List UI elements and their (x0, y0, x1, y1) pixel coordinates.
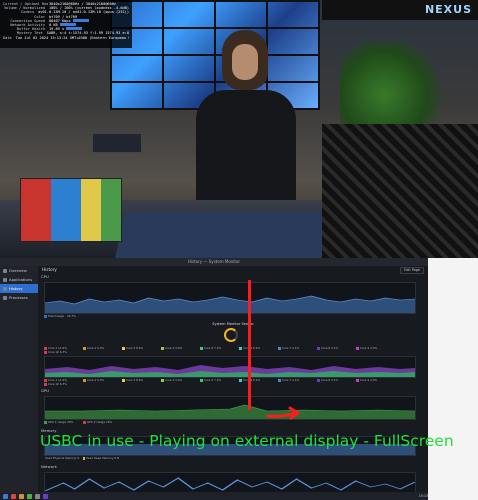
legend-item: Core 5 7.3% (200, 378, 236, 382)
video-frame[interactable]: NEXUS Current / Optimal Res 3840x2160@60H… (0, 0, 478, 258)
annotation-caption: USBC in use - Playing on external displa… (40, 432, 454, 450)
gpu-legend: GPU 1 Usage 30% GPU 2 Usage 26% (44, 420, 416, 424)
gpu-cards (20, 178, 122, 242)
legend-item: Core 2 5.5% (83, 378, 119, 382)
window-title: History — System Monitor (0, 258, 428, 266)
system-monitor-window: History — System Monitor Overview Applica… (0, 258, 431, 500)
stats-for-nerds-overlay: Current / Optimal Res 3840x2160@60Hz / 38… (0, 0, 132, 48)
legend-item: Core 4 4.0% (161, 346, 197, 350)
sidebar-item-applications[interactable]: Applications (0, 275, 38, 284)
sidebar-item-label: Applications (9, 277, 33, 282)
neon-sign: NEXUS (322, 0, 478, 20)
network-section-title: Network (41, 464, 57, 469)
legend-item: Core 9 4.0% (356, 346, 392, 350)
sidebar-item-label: History (9, 286, 23, 291)
history-icon (3, 286, 7, 291)
legend-item: Core 8 3.1% (317, 378, 353, 382)
memory-legend: Used Physical Memory 5.71 GiBUsed Swap M… (44, 456, 416, 460)
legend-item: Core 7 4.1% (278, 378, 314, 382)
sidebar: Overview Applications History Processes (0, 266, 38, 492)
legend-item: Core 8 3.1% (317, 346, 353, 350)
overlay-row: Date Tue Jul 02 2024 15:13:24 GMT+0300 (E… (3, 36, 129, 40)
system-monitor-sensor-title: System Monitor Sensor (212, 322, 254, 326)
legend-item: Core 10 6.3% (44, 382, 80, 386)
gpu-graph (44, 396, 416, 420)
overlay-bar (59, 23, 76, 27)
cpu-cores-graph (44, 356, 416, 378)
right-blank-area (428, 258, 478, 500)
legend-item: Core 3 8.6% (122, 346, 158, 350)
monitor-icon[interactable] (43, 493, 48, 499)
applications-icon (3, 277, 7, 282)
browser-icon[interactable] (19, 493, 24, 499)
cpu-total-graph (44, 282, 416, 314)
files-icon[interactable] (27, 493, 32, 499)
legend-item: GPU 2 Usage 26% (83, 420, 119, 424)
app-icon[interactable] (11, 493, 16, 499)
legend-item: Core 5 7.3% (200, 346, 236, 350)
taskbar: 15:13 (0, 492, 431, 500)
brand-text: NEXUS (424, 3, 472, 16)
terminal-icon[interactable] (35, 493, 40, 499)
legend-item: Core 3 8.6% (122, 378, 158, 382)
annotation-arrow-icon (266, 406, 300, 420)
core-legend: Core 1 11.9% Core 2 5.5% Core 3 8.6% Core 4… (44, 346, 416, 354)
sidebar-item-label: Processes (9, 295, 28, 300)
taskbar-clock: 15:13 (418, 494, 428, 498)
legend-item: Core 6 6.2% (239, 346, 275, 350)
overlay-bar (72, 18, 89, 22)
legend-item: Core 10 6.3% (44, 350, 80, 354)
cube-prop (322, 124, 478, 258)
legend-item: Used Physical Memory 5.71 GiB (45, 456, 80, 460)
sensor-gauge (224, 328, 238, 342)
legend-item: Core 7 4.1% (278, 346, 314, 350)
core-usage-legend: Core 1 11.9% Core 2 5.5% Core 3 8.6% Core 4… (44, 378, 416, 386)
page-title: History (42, 267, 57, 272)
overlay-value: Tue Jul 02 2024 15:13:24 GMT+0300 (Easte… (15, 35, 129, 40)
legend-item: Core 4 4.0% (161, 378, 197, 382)
processes-icon (3, 295, 7, 300)
legend-item: Core 2 5.5% (83, 346, 119, 350)
overview-icon (3, 268, 7, 273)
sidebar-item-overview[interactable]: Overview (0, 266, 38, 275)
overlay-bar (66, 27, 83, 31)
desk-monitor (92, 133, 142, 153)
gpu-section-title: GPU (41, 388, 50, 393)
annotation-red-line (248, 280, 251, 410)
legend-item: GPU 1 Usage 30% (44, 420, 80, 424)
sidebar-item-processes[interactable]: Processes (0, 293, 38, 302)
network-graph (44, 472, 416, 494)
start-menu-icon[interactable] (3, 493, 8, 499)
overlay-key: Date (3, 35, 12, 40)
legend-item: Core 9 4.0% (356, 378, 392, 382)
cpu-total-legend: Total Usage 26.7% (44, 314, 80, 318)
cpu-section-title: CPU (41, 274, 49, 279)
main-panel: History Edit Page CPU Total Usage 26.7% … (38, 266, 428, 494)
sidebar-item-label: Overview (9, 268, 27, 273)
legend-item: Core 6 6.2% (239, 378, 275, 382)
edit-page-button[interactable]: Edit Page (400, 267, 424, 274)
legend-item: Used Swap Memory 0 B (83, 456, 119, 460)
sidebar-item-history[interactable]: History (0, 284, 38, 293)
